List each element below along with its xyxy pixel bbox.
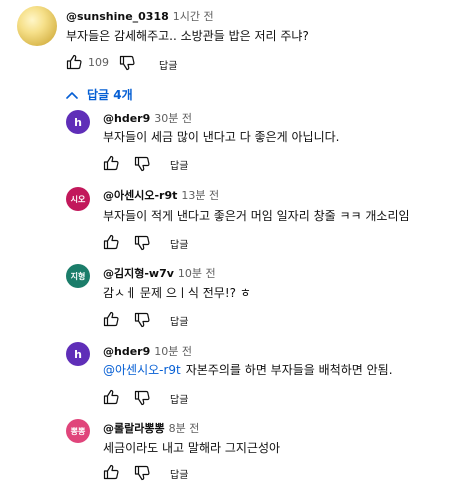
reply-button[interactable]: 답글 [170, 313, 188, 328]
reply-time[interactable]: 30분 전 [154, 112, 192, 125]
reply-text: 부자들이 세금 많이 낸다고 다 좋은게 아닙니다. [103, 130, 340, 144]
mention-link[interactable]: @아센시오-r9t [103, 363, 181, 377]
thumbs-down-icon[interactable] [134, 235, 150, 251]
replies-toggle-label: 답글 4개 [87, 88, 133, 102]
thumbs-up-icon[interactable] [103, 389, 119, 405]
comment-header: @sunshine_0318 1시간 전 [66, 8, 214, 24]
reply-time[interactable]: 13분 전 [181, 189, 219, 202]
reply-author[interactable]: @hder9 [103, 345, 150, 358]
thumbs-up-icon[interactable] [103, 464, 119, 480]
reply-author[interactable]: @hder9 [103, 112, 150, 125]
reply-text: 감ㅅㅔ 문제 으ㅣ식 전무!? ㅎ [103, 286, 251, 300]
comment-time[interactable]: 1시간 전 [173, 10, 214, 23]
reply-text: @아센시오-r9t 자본주의를 하면 부자들을 배척하면 안됨. [103, 361, 393, 378]
replies-toggle[interactable]: 답글 4개 [66, 86, 133, 103]
comment-author[interactable]: @sunshine_0318 [66, 10, 169, 23]
reply-time[interactable]: 10분 전 [178, 267, 216, 280]
thumbs-down-icon[interactable] [119, 55, 135, 71]
avatar[interactable]: 뽕뽕 [66, 419, 90, 443]
reply-author[interactable]: @김지형-w7v [103, 267, 174, 280]
reply-author[interactable]: @아센시오-r9t [103, 189, 177, 202]
thumbs-up-icon[interactable] [103, 311, 119, 327]
thumbs-down-icon[interactable] [134, 465, 150, 481]
reply-text-body: 자본주의를 하면 부자들을 배척하면 안됨. [185, 363, 393, 377]
avatar[interactable]: h [66, 110, 90, 134]
chevron-up-icon [66, 91, 78, 99]
reply-header: @롤랄라뽕뽕 8분 전 [103, 420, 199, 436]
thumbs-up-icon[interactable] [103, 234, 119, 250]
avatar[interactable]: 지형 [66, 264, 90, 288]
thumbs-up-icon[interactable] [66, 54, 82, 70]
reply-header: @아센시오-r9t 13분 전 [103, 187, 219, 203]
reply-text: 세금이라도 내고 말해라 그지근성아 [103, 441, 281, 455]
thumbs-down-icon[interactable] [134, 156, 150, 172]
reply-time[interactable]: 8분 전 [169, 422, 200, 435]
comment-text: 부자들은 감세해주고.. 소방관들 밥은 저리 주냐? [66, 29, 309, 43]
avatar[interactable]: h [66, 342, 90, 366]
reply-author[interactable]: @롤랄라뽕뽕 [103, 422, 165, 435]
reply-button[interactable]: 답글 [170, 466, 188, 481]
reply-button[interactable]: 답글 [170, 236, 188, 251]
like-count: 109 [88, 56, 109, 69]
reply-header: @hder9 10분 전 [103, 343, 192, 359]
thumbs-up-icon[interactable] [103, 155, 119, 171]
avatar[interactable] [17, 6, 57, 46]
reply-time[interactable]: 10분 전 [154, 345, 192, 358]
avatar[interactable]: 시오 [66, 187, 90, 211]
reply-button[interactable]: 답글 [159, 57, 177, 72]
reply-header: @hder9 30분 전 [103, 110, 192, 126]
thumbs-down-icon[interactable] [134, 312, 150, 328]
reply-header: @김지형-w7v 10분 전 [103, 265, 216, 281]
thumbs-down-icon[interactable] [134, 390, 150, 406]
reply-button[interactable]: 답글 [170, 391, 188, 406]
reply-text: 부자들이 적게 낸다고 좋은거 머임 일자리 창줄 ㅋㅋ 개소리임 [103, 209, 410, 223]
reply-button[interactable]: 답글 [170, 157, 188, 172]
